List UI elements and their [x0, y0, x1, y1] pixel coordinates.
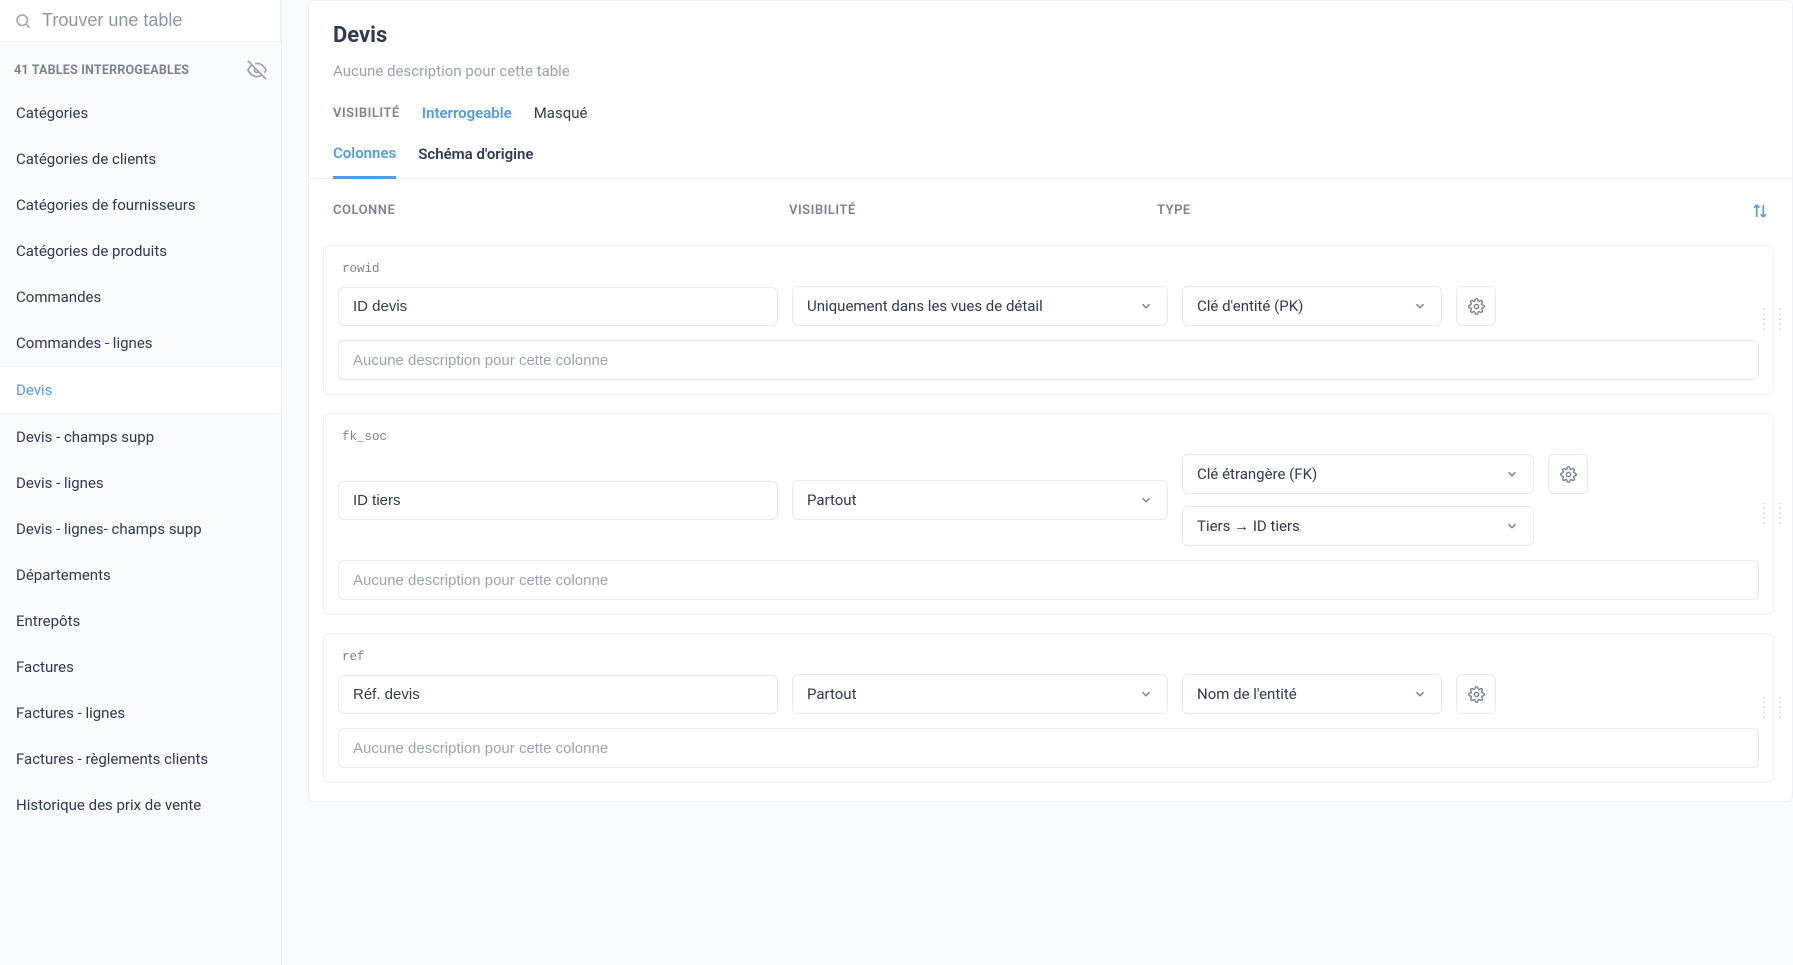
- table-list: CatégoriesCatégories de clientsCatégorie…: [0, 90, 281, 965]
- tab[interactable]: Colonnes: [333, 144, 396, 179]
- column-type-select[interactable]: Clé d'entité (PK): [1182, 286, 1442, 326]
- columns-list: rowidUniquement dans les vues de détail C…: [309, 245, 1792, 783]
- drag-handle-icon[interactable]: ⋮⋮⋮⋮⋮⋮: [1757, 313, 1789, 328]
- panel-header: Devis Aucune description pour cette tabl…: [309, 1, 1792, 98]
- gear-icon[interactable]: [1456, 674, 1496, 714]
- column-visibility-select[interactable]: Partout: [792, 480, 1168, 520]
- page-title: Devis: [333, 23, 1768, 48]
- column-name-input[interactable]: [338, 675, 778, 714]
- column-type-select[interactable]: Nom de l'entité: [1182, 674, 1442, 714]
- sidebar-item[interactable]: Commandes: [0, 274, 281, 320]
- column-header-type: TYPE: [1157, 203, 1752, 219]
- sidebar-item[interactable]: Catégories de clients: [0, 136, 281, 182]
- column-description-input[interactable]: [338, 340, 1759, 380]
- sidebar-item[interactable]: Départements: [0, 552, 281, 598]
- column-db-name: rowid: [338, 258, 1759, 286]
- sidebar-item[interactable]: Factures - lignes: [0, 690, 281, 736]
- column-visibility-select[interactable]: Uniquement dans les vues de détail: [792, 286, 1168, 326]
- main: Devis Aucune description pour cette tabl…: [282, 0, 1793, 965]
- sidebar-item[interactable]: Historique des prix de vente: [0, 782, 281, 828]
- column-header-visibility: VISIBILITÉ: [789, 203, 1157, 219]
- tables-count-label: 41 TABLES INTERROGEABLES: [14, 63, 189, 78]
- visibility-label: VISIBILITÉ: [333, 106, 400, 121]
- column-visibility-select[interactable]: Partout: [792, 674, 1168, 714]
- column-db-name: fk_soc: [338, 426, 1759, 454]
- sidebar: 41 TABLES INTERROGEABLES CatégoriesCatég…: [0, 0, 282, 965]
- sidebar-item[interactable]: Entrepôts: [0, 598, 281, 644]
- sidebar-item[interactable]: Catégories de produits: [0, 228, 281, 274]
- sidebar-item[interactable]: Devis - champs supp: [0, 414, 281, 460]
- panel: Devis Aucune description pour cette tabl…: [308, 0, 1793, 802]
- search-container: [0, 0, 281, 42]
- visibility-row: VISIBILITÉ Interrogeable Masqué: [309, 104, 1792, 122]
- visibility-option[interactable]: Interrogeable: [422, 104, 512, 122]
- column-card: refPartoutNom de l'entité⋮⋮⋮⋮⋮⋮: [323, 633, 1774, 783]
- eye-off-icon[interactable]: [247, 60, 267, 80]
- column-card: fk_soc Partout Clé étrangère (FK) Tiers → I…: [323, 413, 1774, 615]
- sidebar-item[interactable]: Devis - lignes- champs supp: [0, 506, 281, 552]
- column-name-input[interactable]: [338, 287, 778, 326]
- tab[interactable]: Schéma d'origine: [418, 145, 533, 177]
- sidebar-item[interactable]: Devis - lignes: [0, 460, 281, 506]
- column-type-select[interactable]: Clé étrangère (FK): [1182, 454, 1534, 494]
- column-card: rowidUniquement dans les vues de détail C…: [323, 245, 1774, 395]
- column-name-input[interactable]: [338, 481, 778, 520]
- column-fk-target-select[interactable]: Tiers → ID tiers: [1182, 506, 1534, 546]
- gear-icon[interactable]: [1456, 286, 1496, 326]
- column-db-name: ref: [338, 646, 1759, 674]
- search-input[interactable]: [42, 10, 266, 31]
- columns-header: COLONNE VISIBILITÉ TYPE: [309, 179, 1792, 233]
- column-description-input[interactable]: [338, 560, 1759, 600]
- sidebar-item[interactable]: Catégories de fournisseurs: [0, 182, 281, 228]
- tabs: Colonnes Schéma d'origine: [309, 144, 1792, 179]
- sort-icon[interactable]: [1752, 203, 1768, 219]
- page-description[interactable]: Aucune description pour cette table: [333, 56, 1768, 80]
- column-description-input[interactable]: [338, 728, 1759, 768]
- sidebar-item[interactable]: Factures - règlements clients: [0, 736, 281, 782]
- sidebar-header: 41 TABLES INTERROGEABLES: [0, 42, 281, 90]
- sidebar-item[interactable]: Factures: [0, 644, 281, 690]
- sidebar-item[interactable]: Catégories: [0, 90, 281, 136]
- drag-handle-icon[interactable]: ⋮⋮⋮⋮⋮⋮: [1757, 701, 1789, 716]
- gear-icon[interactable]: [1548, 454, 1588, 494]
- sidebar-item[interactable]: Commandes - lignes: [0, 320, 281, 366]
- drag-handle-icon[interactable]: ⋮⋮⋮⋮⋮⋮: [1757, 507, 1789, 522]
- visibility-option[interactable]: Masqué: [534, 104, 588, 122]
- sidebar-item[interactable]: Devis: [0, 366, 281, 414]
- search-icon: [14, 12, 32, 30]
- column-header-name: COLONNE: [333, 203, 789, 219]
